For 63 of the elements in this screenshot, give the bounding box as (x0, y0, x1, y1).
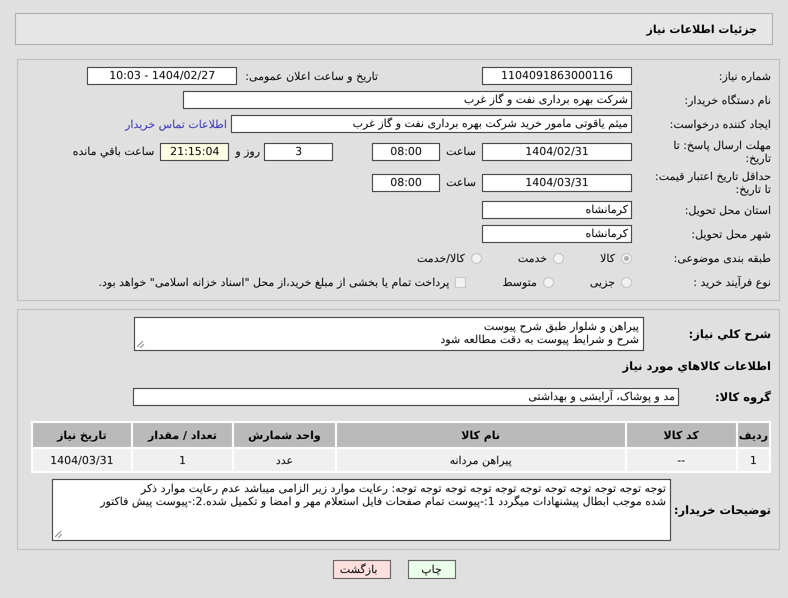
field-label: شرح کلي نیاز: (688, 328, 771, 340)
field-label: نوع فرآیند خرید : (692, 276, 771, 288)
field-label: نام دستگاه خریدار: (683, 94, 771, 106)
days-field: 3 (264, 142, 334, 160)
option-label: کالا (600, 252, 615, 264)
field-label: حداقل تاریخ اعتبار قیمت: تا تاریخ: (654, 170, 771, 196)
table-cell: -- (626, 449, 736, 471)
field-label: شماره نیاز: (718, 70, 771, 82)
field-label: ایجاد کننده درخواست: (668, 118, 771, 130)
buyer-contact-link[interactable]: اطلاعات تماس خریدار (125, 118, 227, 130)
announce-date-field: 1404/02/27 - 10:03 (87, 67, 238, 85)
time-label: ساعت (446, 176, 476, 189)
remaining-label: ساعت باقي مانده (72, 145, 154, 158)
validity-time-field: 08:00 (372, 174, 440, 192)
buyer-org-field: شرکت بهره برداری نفت و گاز غرب (183, 91, 632, 109)
radio-button[interactable] (621, 276, 632, 288)
radio-button[interactable] (553, 252, 564, 264)
days-label: روز و (235, 145, 260, 158)
table-cell: پیراهن مردانه (336, 449, 625, 471)
validity-date-field: 1404/03/31 (482, 174, 632, 192)
action-button[interactable]: چاپ (408, 560, 456, 579)
option-label: جزیی (590, 276, 615, 288)
radio-button[interactable] (621, 252, 632, 264)
deadline-time-field: 08:00 (372, 142, 440, 160)
column-header: ردیف (738, 423, 769, 447)
column-header: تعداد / مقدار (132, 423, 232, 447)
province-field: کرمانشاه (482, 201, 632, 219)
column-header: کد کالا (626, 423, 736, 447)
requester-field: میثم یاقوتی مامور خرید شرکت بهره برداری نفت و گاز غرب (231, 115, 632, 133)
option-label: خدمت (518, 252, 548, 264)
radio-button[interactable] (470, 252, 482, 264)
remaining-time-field: 21:15:04 (160, 142, 230, 160)
field-label: توضیحات خریدار: (672, 504, 771, 516)
option-label: متوسط (502, 276, 537, 288)
field-label: استان محل تحویل: (684, 204, 771, 216)
table-cell: 1 (132, 449, 232, 471)
time-label: ساعت (446, 145, 476, 158)
need-number-field: 1104091863000116 (482, 67, 632, 85)
goods-group-field: مد و پوشاک، آرایشی و بهداشتی (133, 388, 679, 406)
section-heading: اطلاعات کالاهاي مورد نیاز (621, 359, 771, 373)
column-header: تاریخ نیاز (33, 423, 131, 447)
description-text: پیراهن و شلوار طبق شرح پیوست شرح و شرایط پیوست به دقت مطالعه شود (440, 320, 639, 346)
field-label: طبقه بندی موضوعی: (672, 252, 771, 264)
action-button[interactable]: بازگشت (332, 560, 390, 579)
table-cell: 1 (738, 449, 769, 471)
option-label: کالا/خدمت (417, 252, 465, 264)
field-label: تاریخ و ساعت اعلان عمومی: (245, 70, 378, 82)
resize-grip-icon (55, 531, 62, 538)
table-cell: عدد (234, 449, 335, 471)
page-title: جزئیات اطلاعات نیاز (646, 22, 757, 36)
buyer-notes-text: توجه توجه توجه توجه توجه توجه توجه توجه توجه توجه توجه: رعایت موارد زیر الزامی میباشد عدم رعایت موارد ذکر شده موجب ابطال پیشنهادات میگردد 1:-پیوست تمام صفحات فایل استعلام مهر و امضا و تکمیل شده.2:-پیوست پیش فاکتور (100, 482, 666, 508)
deadline-date-field: 1404/02/31 (482, 142, 632, 160)
field-label: مهلت ارسال پاسخ: تا تاریخ: (672, 138, 771, 164)
radio-button[interactable] (542, 276, 554, 288)
checkbox[interactable] (455, 276, 466, 288)
column-header: واحد شمارش (234, 423, 335, 447)
column-header: نام کالا (336, 423, 625, 447)
table-cell: 1404/03/31 (33, 449, 131, 471)
field-label: شهر محل تحویل: (690, 228, 771, 240)
option-label: پرداخت تمام یا بخشی از مبلغ خرید،از محل "اسناد خزانه اسلامی" خواهد بود. (98, 276, 450, 288)
resize-grip-icon (137, 341, 144, 348)
city-field: کرمانشاه (482, 225, 632, 243)
field-label: گروه کالا: (714, 390, 771, 404)
